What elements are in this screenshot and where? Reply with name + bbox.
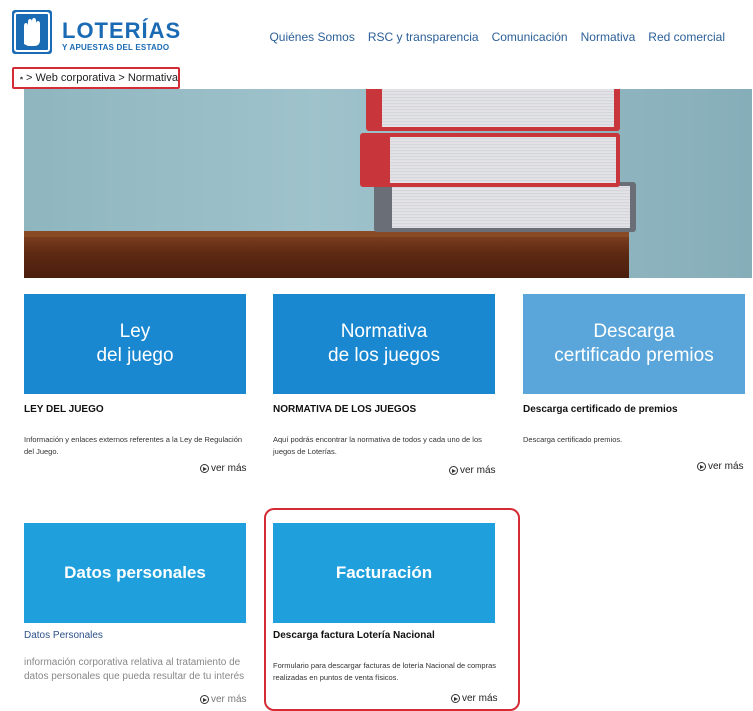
- highlight-box: [264, 508, 520, 711]
- card-image-datos-personales[interactable]: Datos personales: [24, 523, 246, 623]
- card-image-ley-del-juego[interactable]: Ley del juego: [24, 294, 246, 394]
- papers-middle: [390, 137, 616, 183]
- breadcrumb: > Web corporativa > Normativa: [12, 67, 180, 89]
- ver-mas-link[interactable]: ver más: [449, 465, 496, 476]
- card-image-normativa-juegos[interactable]: Normativa de los juegos: [273, 294, 495, 394]
- nav-normativa[interactable]: Normativa: [581, 30, 636, 44]
- card-description: Aquí podrás encontrar la normativa de to…: [273, 435, 482, 456]
- logo[interactable]: LOTERÍAS Y APUESTAS DEL ESTADO: [12, 10, 180, 58]
- papers-bottom: [392, 186, 630, 228]
- play-circle-icon: [200, 464, 209, 473]
- ver-mas-link[interactable]: ver más: [200, 694, 247, 705]
- card-description: información corporativa relativa al trat…: [24, 657, 245, 682]
- home-icon[interactable]: [20, 73, 23, 83]
- ver-mas-label: ver más: [708, 461, 744, 472]
- nav-comunicacion[interactable]: Comunicación: [492, 30, 568, 44]
- ver-mas-label: ver más: [460, 465, 496, 476]
- ver-mas-link[interactable]: ver más: [200, 463, 247, 474]
- play-circle-icon: [200, 695, 209, 704]
- hero-banner: [24, 89, 752, 278]
- play-circle-icon: [449, 466, 458, 475]
- card-image-descarga-certificado[interactable]: Descarga certificado premios: [523, 294, 745, 394]
- main-nav: Quiénes Somos RSC y transparencia Comuni…: [269, 30, 725, 44]
- card-description: Descarga certificado premios.: [523, 435, 623, 444]
- card-title[interactable]: LEY DEL JUEGO: [24, 404, 104, 415]
- shelf: [24, 237, 629, 278]
- card-description: Información y enlaces externos referente…: [24, 435, 243, 456]
- nav-quienes-somos[interactable]: Quiénes Somos: [269, 30, 354, 44]
- logo-title: LOTERÍAS: [62, 18, 182, 43]
- nav-rsc-transparencia[interactable]: RSC y transparencia: [368, 30, 479, 44]
- play-circle-icon: [697, 462, 706, 471]
- card-title[interactable]: Datos Personales: [24, 630, 103, 641]
- nav-red-comercial[interactable]: Red comercial: [648, 30, 725, 44]
- card-title[interactable]: NORMATIVA DE LOS JUEGOS: [273, 404, 416, 415]
- logo-subtitle: Y APUESTAS DEL ESTADO: [62, 43, 170, 52]
- ver-mas-label: ver más: [211, 694, 247, 705]
- ver-mas-label: ver más: [211, 463, 247, 474]
- breadcrumb-path[interactable]: > Web corporativa > Normativa: [26, 72, 178, 84]
- logo-emblem-icon: [12, 10, 52, 54]
- card-title[interactable]: Descarga certificado de premios: [523, 404, 678, 415]
- ver-mas-link[interactable]: ver más: [697, 461, 744, 472]
- papers-top: [382, 89, 614, 127]
